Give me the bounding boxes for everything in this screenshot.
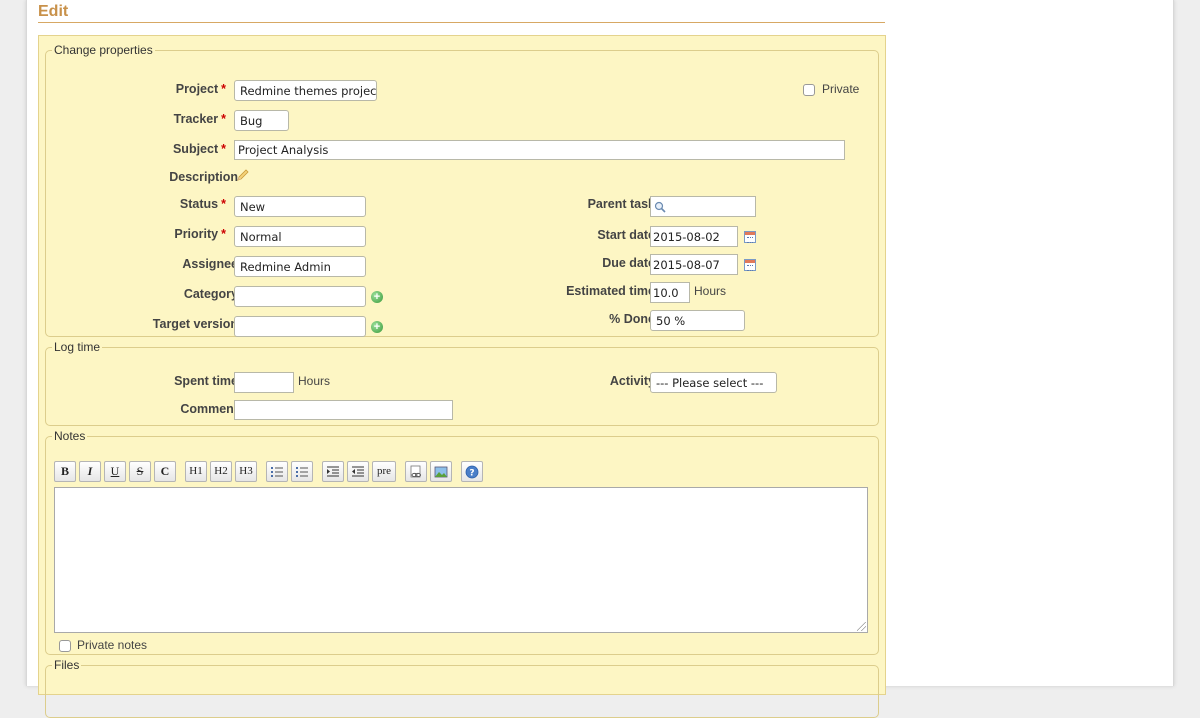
description-label: Description [169, 170, 238, 184]
done-ratio-select[interactable]: 50 % [650, 310, 745, 331]
notes-legend: Notes [54, 429, 86, 443]
title-divider [38, 22, 885, 23]
category-select[interactable] [234, 286, 366, 307]
log-time-fieldset: Log time Spent time Hours Activity --- P… [45, 340, 879, 426]
files-fieldset: Files [45, 658, 879, 718]
pencil-icon[interactable] [236, 168, 250, 182]
target-version-label: Target version [152, 317, 238, 331]
help-button[interactable]: ? [461, 461, 483, 482]
activity-label: Activity [609, 374, 655, 388]
start-date-input[interactable]: 2015-08-02 [650, 226, 738, 247]
estimated-time-label: Estimated time [566, 284, 655, 298]
link-button[interactable] [405, 461, 427, 482]
pre-button[interactable]: pre [372, 461, 396, 482]
activity-select[interactable]: --- Please select --- [650, 372, 777, 393]
private-checkbox[interactable] [803, 84, 815, 96]
notes-fieldset: Notes B I U S C H1 H2 H3 pre ? Private n… [45, 429, 879, 655]
notes-textarea[interactable] [54, 487, 868, 633]
link-icon [410, 465, 421, 478]
add-category-icon[interactable]: + [371, 291, 383, 303]
estimated-time-input[interactable]: 10.0 [650, 282, 690, 303]
unordered-list-icon [271, 467, 283, 477]
page: Edit Change properties Project * Redmine … [26, 0, 1174, 718]
resize-grip[interactable] [857, 622, 866, 631]
edit-form-box: Change properties Project * Redmine theme… [38, 35, 886, 718]
priority-label: Priority * [174, 227, 226, 241]
tracker-select[interactable]: Bug [234, 110, 289, 131]
properties-legend: Change properties [54, 43, 153, 57]
spent-time-label: Spent time [174, 374, 238, 388]
status-select[interactable]: New [234, 196, 366, 217]
indent-button[interactable] [322, 461, 344, 482]
comment-input[interactable] [234, 400, 453, 420]
strike-button[interactable]: S [129, 461, 151, 482]
h1-button[interactable]: H1 [185, 461, 207, 482]
due-date-input[interactable]: 2015-08-07 [650, 254, 738, 275]
indent-icon [327, 466, 339, 477]
outdent-icon [352, 466, 364, 477]
subject-label: Subject * [172, 142, 226, 156]
log-time-legend: Log time [54, 340, 101, 354]
private-label: Private [822, 82, 860, 96]
image-icon [434, 466, 448, 478]
unordered-list-button[interactable] [266, 461, 288, 482]
due-date-calendar-icon[interactable] [744, 259, 756, 271]
subject-input[interactable]: Project Analysis [234, 140, 845, 160]
category-label: Category [183, 287, 238, 301]
done-ratio-label: % Done [609, 312, 655, 326]
spent-time-input[interactable] [234, 372, 294, 393]
h2-button[interactable]: H2 [210, 461, 232, 482]
image-button[interactable] [430, 461, 452, 482]
parent-task-label: Parent task [587, 197, 655, 211]
wiki-toolbar: B I U S C H1 H2 H3 pre ? [54, 461, 494, 483]
top-clipped-icons [632, 0, 832, 2]
private-notes-label: Private notes [77, 638, 148, 652]
status-label: Status * [179, 197, 226, 211]
page-title: Edit [38, 3, 69, 20]
start-date-calendar-icon[interactable] [744, 231, 756, 243]
files-legend: Files [54, 658, 80, 672]
outdent-button[interactable] [347, 461, 369, 482]
bold-button[interactable]: B [54, 461, 76, 482]
assignee-select[interactable]: Redmine Admin [234, 256, 366, 277]
search-icon [654, 201, 666, 213]
ordered-list-button[interactable] [291, 461, 313, 482]
tracker-label: Tracker * [173, 112, 226, 126]
comment-label: Comment [180, 402, 238, 416]
code-button[interactable]: C [154, 461, 176, 482]
help-icon: ? [465, 465, 479, 479]
h3-button[interactable]: H3 [235, 461, 257, 482]
assignee-label: Assignee [182, 257, 238, 271]
project-label: Project * [175, 82, 226, 96]
private-notes-checkbox[interactable] [59, 640, 71, 652]
ordered-list-icon [296, 467, 308, 477]
spent-time-unit: Hours [298, 374, 331, 388]
estimated-time-unit: Hours [694, 284, 727, 298]
due-date-label: Due date [602, 256, 655, 270]
add-version-icon[interactable]: + [371, 321, 383, 333]
project-select[interactable]: Redmine themes project [234, 80, 377, 101]
start-date-label: Start date [597, 228, 655, 242]
svg-text:?: ? [469, 469, 474, 479]
target-version-select[interactable] [234, 316, 366, 337]
underline-button[interactable]: U [104, 461, 126, 482]
priority-select[interactable]: Normal [234, 226, 366, 247]
italic-button[interactable]: I [79, 461, 101, 482]
properties-fieldset: Change properties Project * Redmine theme… [45, 43, 879, 337]
